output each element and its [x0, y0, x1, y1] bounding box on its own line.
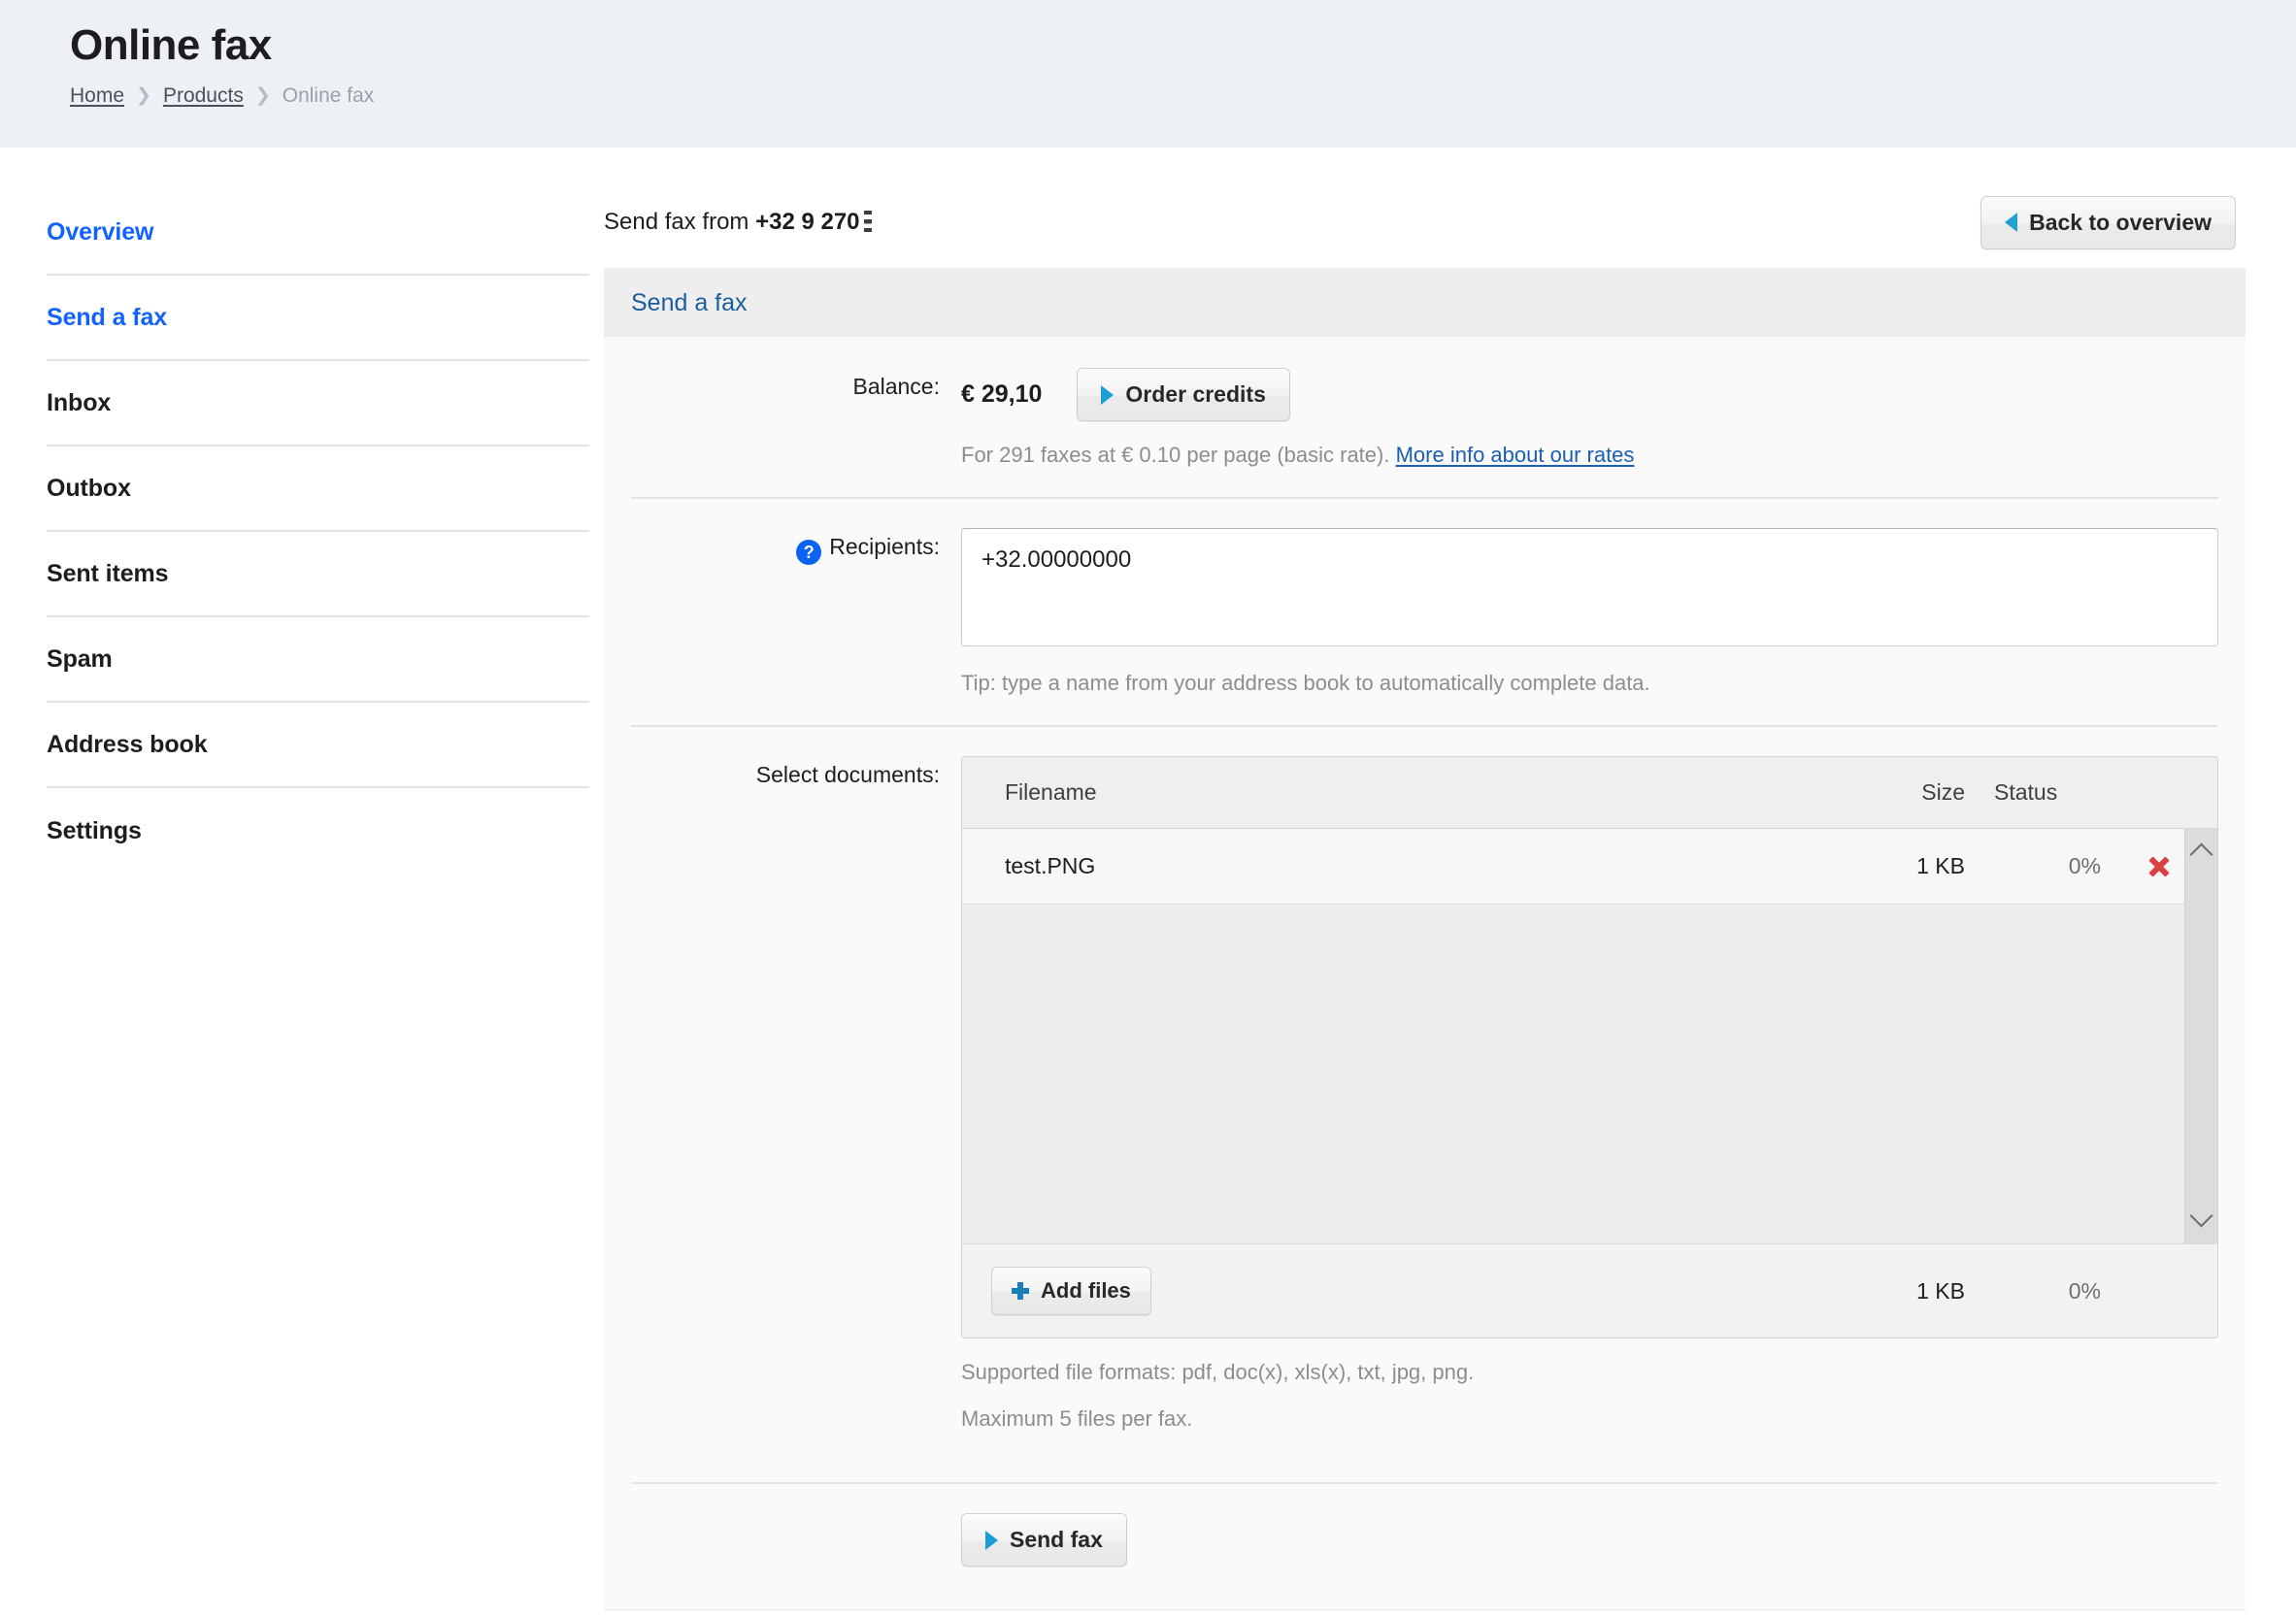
sidebar-item-sent-items[interactable]: Sent items: [47, 532, 589, 617]
select-documents-control: Filename Size Status test.PNG 1 KB 0% Ad…: [961, 756, 2218, 1453]
sidebar-item-overview[interactable]: Overview: [47, 190, 589, 276]
recipients-label-text: Recipients:: [829, 534, 940, 559]
documents-box: Filename Size Status test.PNG 1 KB 0% Ad…: [961, 756, 2218, 1338]
order-credits-label: Order credits: [1125, 381, 1266, 407]
sidebar-item-inbox[interactable]: Inbox: [47, 361, 589, 446]
max-files-note: Maximum 5 files per fax.: [961, 1406, 1193, 1431]
recipients-input[interactable]: [961, 528, 2218, 646]
column-header-size: Size: [1921, 779, 1965, 805]
breadcrumb-item-current: Online fax: [282, 83, 375, 107]
add-files-cell: Add files: [962, 1267, 1819, 1315]
sidebar-item-spam[interactable]: Spam: [47, 617, 589, 703]
select-documents-row: Select documents: Filename Size Status t…: [604, 756, 2246, 1453]
send-fax-from-number: +32 9 270: [755, 209, 860, 235]
balance-label: Balance:: [852, 374, 940, 399]
documents-table-body: test.PNG 1 KB 0%: [962, 829, 2217, 1243]
documents-notes: Supported file formats: pdf, doc(x), xls…: [961, 1360, 2218, 1432]
footer-total-status: 0%: [2068, 1277, 2101, 1304]
send-fax-from-label: Send fax from +32 9 270: [604, 209, 872, 236]
table-row[interactable]: test.PNG 1 KB 0%: [962, 829, 2217, 905]
recipients-row: ? Recipients: Tip: type a name from your …: [604, 528, 2246, 696]
footer-total-size: 1 KB: [1916, 1277, 1965, 1304]
documents-scroll-area: test.PNG 1 KB 0%: [962, 829, 2217, 1244]
documents-table-footer: Add files 1 KB 0%: [962, 1244, 2217, 1337]
rates-info-link[interactable]: More info about our rates: [1396, 443, 1635, 467]
recipients-tip: Tip: type a name from your address book …: [961, 671, 1650, 695]
cell-size: 1 KB: [1916, 853, 1965, 878]
section-divider: [631, 725, 2218, 727]
breadcrumb-item-home[interactable]: Home: [70, 84, 124, 108]
sidebar-item-settings[interactable]: Settings: [47, 788, 589, 874]
arrow-right-icon: [1101, 384, 1115, 405]
documents-table-header: Filename Size Status: [962, 757, 2217, 829]
send-fax-label: Send fax: [1010, 1527, 1103, 1552]
sidebar-item-label: Overview: [47, 217, 154, 246]
section-divider: [631, 497, 2218, 499]
recipients-control: Tip: type a name from your address book …: [961, 528, 2218, 696]
supported-formats-note: Supported file formats: pdf, doc(x), xls…: [961, 1360, 1475, 1384]
sidebar-item-label: Address book: [47, 730, 208, 758]
main-topbar: Send fax from +32 9 270 Back to overview: [604, 190, 2246, 254]
sidebar-item-label: Send a fax: [47, 303, 168, 331]
cell-status: 0%: [2068, 853, 2101, 878]
panel-body: Balance: € 29,10 Order credits For 291 f…: [604, 337, 2246, 1609]
sidebar-item-label: Settings: [47, 816, 142, 844]
column-header-status: Status: [1994, 779, 2058, 805]
balance-amount: € 29,10: [961, 380, 1043, 408]
remove-file-icon[interactable]: [2146, 853, 2173, 880]
arrow-left-icon: [2005, 213, 2018, 232]
select-documents-label: Select documents:: [755, 762, 940, 787]
breadcrumb: Home ❯ Products ❯ Online fax: [70, 84, 2296, 108]
sidebar-item-label: Spam: [47, 644, 113, 673]
sidebar-item-send-a-fax[interactable]: Send a fax: [47, 276, 589, 361]
column-header-filename: Filename: [1005, 779, 1097, 805]
page-header: Online fax Home ❯ Products ❯ Online fax: [0, 0, 2296, 148]
section-divider: [631, 1482, 2218, 1484]
back-to-overview-button[interactable]: Back to overview: [1980, 195, 2236, 249]
chevron-down-icon[interactable]: [2189, 1204, 2213, 1228]
sidebar-item-label: Inbox: [47, 388, 112, 416]
order-credits-button[interactable]: Order credits: [1077, 368, 1290, 421]
chevron-up-icon[interactable]: [2189, 842, 2213, 867]
sidebar-item-address-book[interactable]: Address book: [47, 703, 589, 788]
send-a-fax-panel: Send a fax Balance: € 29,10 Order credit…: [604, 268, 2246, 1610]
arrow-right-icon: [985, 1530, 998, 1550]
send-fax-button[interactable]: Send fax: [961, 1513, 1127, 1567]
balance-row: Balance: € 29,10 Order credits For 291 f…: [604, 368, 2246, 468]
panel-title: Send a fax: [631, 289, 748, 316]
balance-control: € 29,10 Order credits For 291 faxes at €…: [961, 368, 2218, 468]
add-files-label: Add files: [1041, 1278, 1131, 1303]
redacted-digits: [863, 211, 872, 232]
panel-header: Send a fax: [604, 268, 2246, 337]
sidebar-item-outbox[interactable]: Outbox: [47, 446, 589, 532]
send-fax-from-prefix: Send fax from: [604, 209, 749, 235]
plus-icon: [1012, 1282, 1029, 1300]
back-to-overview-label: Back to overview: [2029, 209, 2212, 235]
help-icon[interactable]: ?: [796, 540, 822, 565]
send-fax-control: Send fax: [961, 1513, 2218, 1567]
breadcrumb-separator-icon: ❯: [136, 85, 151, 107]
main-content: Send fax from +32 9 270 Back to overview…: [604, 148, 2296, 1610]
add-files-button[interactable]: Add files: [991, 1267, 1151, 1315]
sidebar: Overview Send a fax Inbox Outbox Sent it…: [0, 148, 604, 874]
cell-filename: test.PNG: [1005, 853, 1096, 878]
balance-line: € 29,10 Order credits: [961, 368, 2218, 421]
breadcrumb-separator-icon: ❯: [254, 85, 271, 107]
send-fax-row: Send fax: [604, 1513, 2246, 1567]
sidebar-item-label: Sent items: [47, 559, 169, 587]
send-fax-spacer: [631, 1513, 961, 1519]
page-title: Online fax: [70, 21, 272, 69]
breadcrumb-item-products[interactable]: Products: [163, 84, 244, 108]
balance-note-text: For 291 faxes at € 0.10 per page (basic …: [961, 443, 1390, 467]
recipients-label: ? Recipients:: [631, 528, 961, 565]
balance-note: For 291 faxes at € 0.10 per page (basic …: [961, 443, 2218, 468]
sidebar-item-label: Outbox: [47, 474, 131, 502]
page-layout: Overview Send a fax Inbox Outbox Sent it…: [0, 148, 2296, 1610]
vertical-scrollbar[interactable]: [2184, 829, 2217, 1243]
